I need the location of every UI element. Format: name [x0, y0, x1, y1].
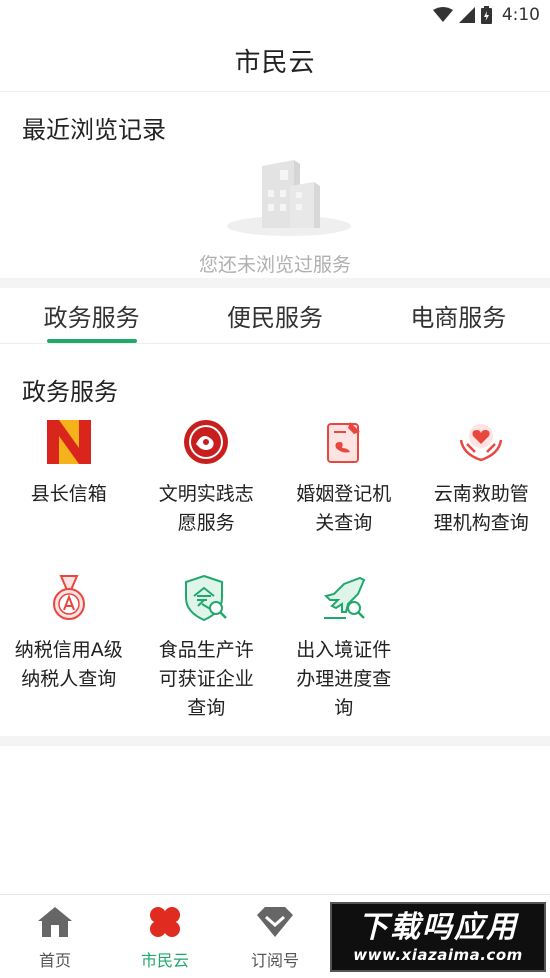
services-grid: 县长信箱 文明实践志愿服务 婚姻登记机关查询 云南救助管理机构查询 纳税信用A级…: [0, 416, 550, 723]
service-county-mailbox[interactable]: 县长信箱: [0, 416, 138, 538]
service-yunnan-rescue[interactable]: 云南救助管理机构查询: [413, 416, 550, 538]
nav-subscriptions[interactable]: 订阅号: [220, 895, 330, 978]
service-label: 食品生产许可获证企业查询: [158, 639, 254, 719]
watermark-text: 下载吗应用: [358, 910, 518, 945]
watermark-url: www.xiazaima.com: [353, 946, 523, 964]
service-label: 云南救助管理机构查询: [433, 483, 529, 534]
volunteer-emblem-icon: [180, 416, 232, 468]
status-time: 4:10: [501, 5, 540, 25]
home-icon: [36, 903, 74, 941]
service-volunteer[interactable]: 文明实践志愿服务: [138, 416, 276, 538]
government-services-section: 政务服务 县长信箱 文明实践志愿服务 婚姻登记机关查询 云南救助管理机构查询 纳…: [0, 344, 550, 746]
tab-ecommerce-services[interactable]: 电商服务: [367, 288, 550, 343]
nav-citizen-cloud[interactable]: 市民云: [110, 895, 220, 978]
nav-subscriptions-label: 订阅号: [250, 950, 299, 970]
food-license-shield-icon: [180, 572, 232, 624]
empty-state-text: 您还未浏览过服务: [198, 254, 351, 276]
service-label: 文明实践志愿服务: [158, 483, 254, 534]
wifi-icon: [432, 7, 453, 22]
page-title: 市民云: [234, 48, 316, 78]
tab-convenience-services[interactable]: 便民服务: [183, 288, 366, 343]
recent-section: 最近浏览记录 您还未浏览过服务: [0, 92, 550, 288]
tab-government-services[interactable]: 政务服务: [0, 288, 183, 343]
service-tax-credit-a[interactable]: 纳税信用A级纳税人查询: [0, 572, 138, 723]
app-header: 市民云: [0, 30, 550, 92]
nav-home-label: 首页: [38, 950, 71, 970]
service-tabs: 政务服务 便民服务 电商服务: [0, 288, 550, 344]
clover-icon: [146, 903, 184, 941]
a-grade-medal-icon: [43, 572, 95, 624]
subscribe-icon: [256, 903, 294, 941]
signal-icon: [458, 7, 475, 23]
nav-citizen-cloud-label: 市民云: [140, 950, 189, 970]
empty-buildings-icon: [227, 160, 351, 236]
rescue-hands-heart-icon: [455, 416, 507, 468]
recent-heading: 最近浏览记录: [22, 116, 166, 144]
marriage-registration-icon: [318, 416, 370, 468]
service-label: 婚姻登记机关查询: [296, 483, 392, 534]
service-marriage-registration[interactable]: 婚姻登记机关查询: [275, 416, 413, 538]
service-exit-entry[interactable]: 出入境证件办理进度查询: [275, 572, 413, 723]
service-label: 县长信箱: [30, 483, 107, 505]
battery-icon: [480, 6, 492, 24]
county-mailbox-logo-icon: [43, 416, 95, 468]
service-label: 纳税信用A级纳税人查询: [14, 639, 123, 690]
service-label: 出入境证件办理进度查询: [296, 639, 392, 719]
nav-home[interactable]: 首页: [0, 895, 110, 978]
airplane-search-icon: [318, 572, 370, 624]
services-heading: 政务服务: [22, 378, 118, 406]
status-bar: 4:10: [0, 0, 550, 30]
site-watermark: 下载吗应用 www.xiazaima.com: [330, 902, 546, 972]
service-food-license[interactable]: 食品生产许可获证企业查询: [138, 572, 276, 723]
